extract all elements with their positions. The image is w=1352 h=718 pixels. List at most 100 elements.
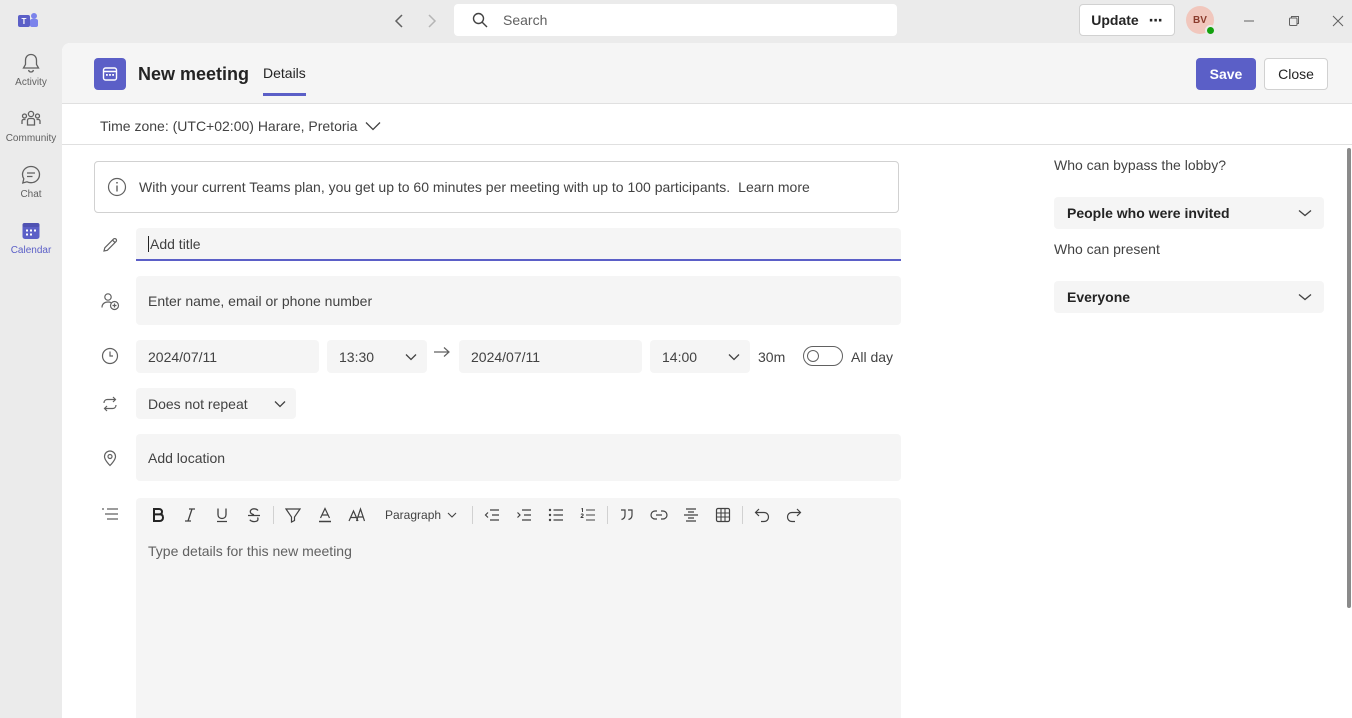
details-editor[interactable]: Paragraph Type details for this new meet… <box>136 498 901 718</box>
who-can-present-value: Everyone <box>1067 289 1131 305</box>
toolbar-divider <box>472 506 474 524</box>
search-box[interactable]: Search <box>454 4 897 36</box>
strikethrough-icon[interactable] <box>238 499 270 531</box>
location-input[interactable]: Add location <box>136 434 901 481</box>
vertical-scrollbar[interactable] <box>1347 148 1351 608</box>
duration-label: 30m <box>758 349 786 365</box>
highlight-icon[interactable] <box>277 499 309 531</box>
teams-logo-icon[interactable]: T <box>17 10 39 32</box>
chevron-down-icon <box>728 353 740 360</box>
toggle-knob <box>807 350 819 362</box>
rail-label: Chat <box>20 189 42 200</box>
toolbar-divider <box>607 506 609 524</box>
all-day-label: All day <box>851 349 894 365</box>
all-day-toggle[interactable] <box>803 346 843 366</box>
undo-icon[interactable] <box>746 499 778 531</box>
calendar-icon <box>22 223 40 239</box>
repeat-value: Does not repeat <box>148 395 248 412</box>
pencil-icon <box>100 235 120 255</box>
back-arrow-icon[interactable] <box>388 10 410 32</box>
toolbar-divider <box>273 506 274 524</box>
status-available-icon <box>1205 25 1216 36</box>
timezone-row: Time zone: (UTC+02:00) Harare, Pretoria <box>62 104 1352 145</box>
forward-arrow-icon[interactable] <box>421 10 443 32</box>
underline-icon[interactable] <box>206 499 238 531</box>
end-time-dropdown[interactable]: 14:00 <box>650 340 750 373</box>
app-rail: Activity Community Chat Calendar <box>0 43 62 718</box>
plan-notice: With your current Teams plan, you get up… <box>94 161 899 213</box>
bypass-lobby-dropdown[interactable]: People who were invited <box>1054 197 1324 229</box>
rail-label: Activity <box>15 77 47 88</box>
who-can-present-dropdown[interactable]: Everyone <box>1054 281 1324 313</box>
chevron-down-icon <box>1298 294 1312 301</box>
learn-more-link[interactable]: Learn more <box>738 179 810 195</box>
more-options-icon: ⋯ <box>1148 11 1163 28</box>
notice-text: With your current Teams plan, you get up… <box>139 179 731 195</box>
bold-icon[interactable] <box>142 499 174 531</box>
attendees-placeholder: Enter name, email or phone number <box>148 292 373 309</box>
restore-icon[interactable] <box>1283 10 1305 32</box>
chevron-down-icon <box>1298 210 1312 217</box>
toolbar-divider <box>742 506 744 524</box>
meeting-form-panel: New meeting Details Save Close Time zone… <box>62 43 1352 718</box>
rail-item-chat[interactable]: Chat <box>0 164 62 216</box>
paragraph-label: Paragraph <box>385 508 442 522</box>
font-color-icon[interactable] <box>309 499 341 531</box>
text-cursor <box>148 235 149 252</box>
bell-icon <box>22 53 40 73</box>
meeting-header: New meeting Details Save Close <box>62 43 1352 104</box>
horizontal-rule-icon[interactable] <box>675 499 707 531</box>
calendar-badge-icon <box>94 58 126 90</box>
rail-item-activity[interactable]: Activity <box>0 52 62 104</box>
attendees-input[interactable]: Enter name, email or phone number <box>136 276 901 325</box>
outdent-icon[interactable] <box>476 499 508 531</box>
tab-details[interactable]: Details <box>263 65 306 96</box>
update-label: Update <box>1091 12 1139 28</box>
link-icon[interactable] <box>643 499 675 531</box>
title-input[interactable]: Add title <box>136 228 901 261</box>
indent-icon[interactable] <box>508 499 540 531</box>
repeat-icon <box>100 394 120 414</box>
search-icon <box>472 12 488 28</box>
timezone-label: Time zone: (UTC+02:00) Harare, Pretoria <box>100 118 358 134</box>
avatar[interactable]: BV <box>1186 6 1216 36</box>
repeat-dropdown[interactable]: Does not repeat <box>136 388 296 419</box>
numbered-list-icon[interactable] <box>572 499 604 531</box>
end-time-value: 14:00 <box>662 348 698 365</box>
location-pin-icon <box>100 448 120 468</box>
chat-icon <box>21 165 41 184</box>
arrow-right-icon <box>433 345 451 363</box>
bullet-list-icon[interactable] <box>540 499 572 531</box>
timezone-selector[interactable]: Time zone: (UTC+02:00) Harare, Pretoria <box>100 118 381 134</box>
rail-item-calendar[interactable]: Calendar <box>0 220 62 272</box>
bypass-lobby-value: People who were invited <box>1067 205 1230 221</box>
close-button[interactable]: Close <box>1264 58 1328 90</box>
paragraph-style-dropdown[interactable]: Paragraph <box>373 508 469 522</box>
update-button[interactable]: Update ⋯ <box>1079 4 1175 36</box>
start-time-dropdown[interactable]: 13:30 <box>327 340 427 373</box>
svg-text:T: T <box>22 17 27 26</box>
rail-item-community[interactable]: Community <box>0 108 62 160</box>
title-placeholder: Add title <box>150 235 201 252</box>
formatting-toolbar: Paragraph <box>136 498 810 532</box>
start-date-value: 2024/07/11 <box>148 348 218 365</box>
search-placeholder: Search <box>503 12 548 28</box>
clock-icon <box>100 346 120 366</box>
minimize-icon[interactable] <box>1238 10 1260 32</box>
end-date-value: 2024/07/11 <box>471 348 541 365</box>
close-window-icon[interactable] <box>1327 10 1349 32</box>
table-icon[interactable] <box>707 499 739 531</box>
start-date-field[interactable]: 2024/07/11 <box>136 340 319 373</box>
bypass-lobby-label: Who can bypass the lobby? <box>1054 157 1226 173</box>
italic-icon[interactable] <box>174 499 206 531</box>
save-button[interactable]: Save <box>1196 58 1256 90</box>
avatar-initials: BV <box>1193 14 1207 26</box>
community-icon <box>21 110 41 126</box>
font-size-icon[interactable] <box>341 499 373 531</box>
title-bar: T Search Update ⋯ BV <box>0 0 1352 43</box>
info-icon <box>107 177 127 197</box>
end-date-field[interactable]: 2024/07/11 <box>459 340 642 373</box>
redo-icon[interactable] <box>778 499 810 531</box>
chevron-down-icon <box>447 512 457 518</box>
quote-icon[interactable] <box>611 499 643 531</box>
